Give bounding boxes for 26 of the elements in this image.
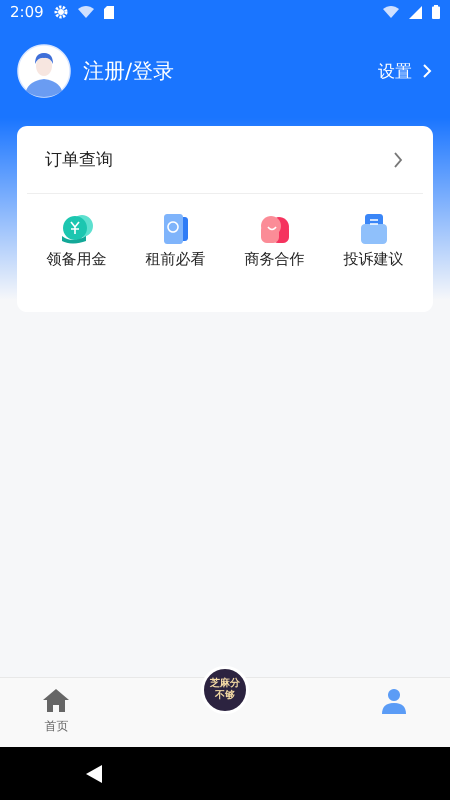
coin-hand-icon xyxy=(60,214,94,244)
settings-button[interactable]: 设置 xyxy=(378,60,432,82)
battery-icon xyxy=(432,5,440,19)
person-icon xyxy=(382,688,406,714)
gear-icon xyxy=(54,5,68,19)
chevron-right-icon xyxy=(393,150,403,168)
phone-icon xyxy=(162,214,190,244)
shortcut-item[interactable]: 租前必看 xyxy=(126,214,225,269)
sd-card-icon xyxy=(104,6,114,18)
order-query-row[interactable]: 订单查询 xyxy=(27,126,423,194)
home-tab[interactable]: 首页 xyxy=(0,678,112,747)
shortcut-item[interactable]: 投诉建议 xyxy=(324,214,423,269)
avatar[interactable] xyxy=(17,44,71,98)
credit-badge[interactable]: 芝麻分 不够 xyxy=(201,666,249,714)
back-icon[interactable] xyxy=(86,764,102,782)
shortcut-item[interactable]: 商务合作 xyxy=(225,214,324,269)
document-icon xyxy=(360,214,388,244)
wifi-icon xyxy=(383,6,399,18)
chevron-right-icon xyxy=(422,63,432,79)
wifi-icon xyxy=(78,6,94,18)
status-time: 2:09 xyxy=(10,3,44,21)
home-icon xyxy=(43,688,70,712)
signal-icon xyxy=(409,6,422,18)
smile-bubble-icon xyxy=(260,214,290,244)
login-link[interactable]: 注册/登录 xyxy=(83,57,378,85)
shortcut-item[interactable]: 领备用金 xyxy=(27,214,126,269)
